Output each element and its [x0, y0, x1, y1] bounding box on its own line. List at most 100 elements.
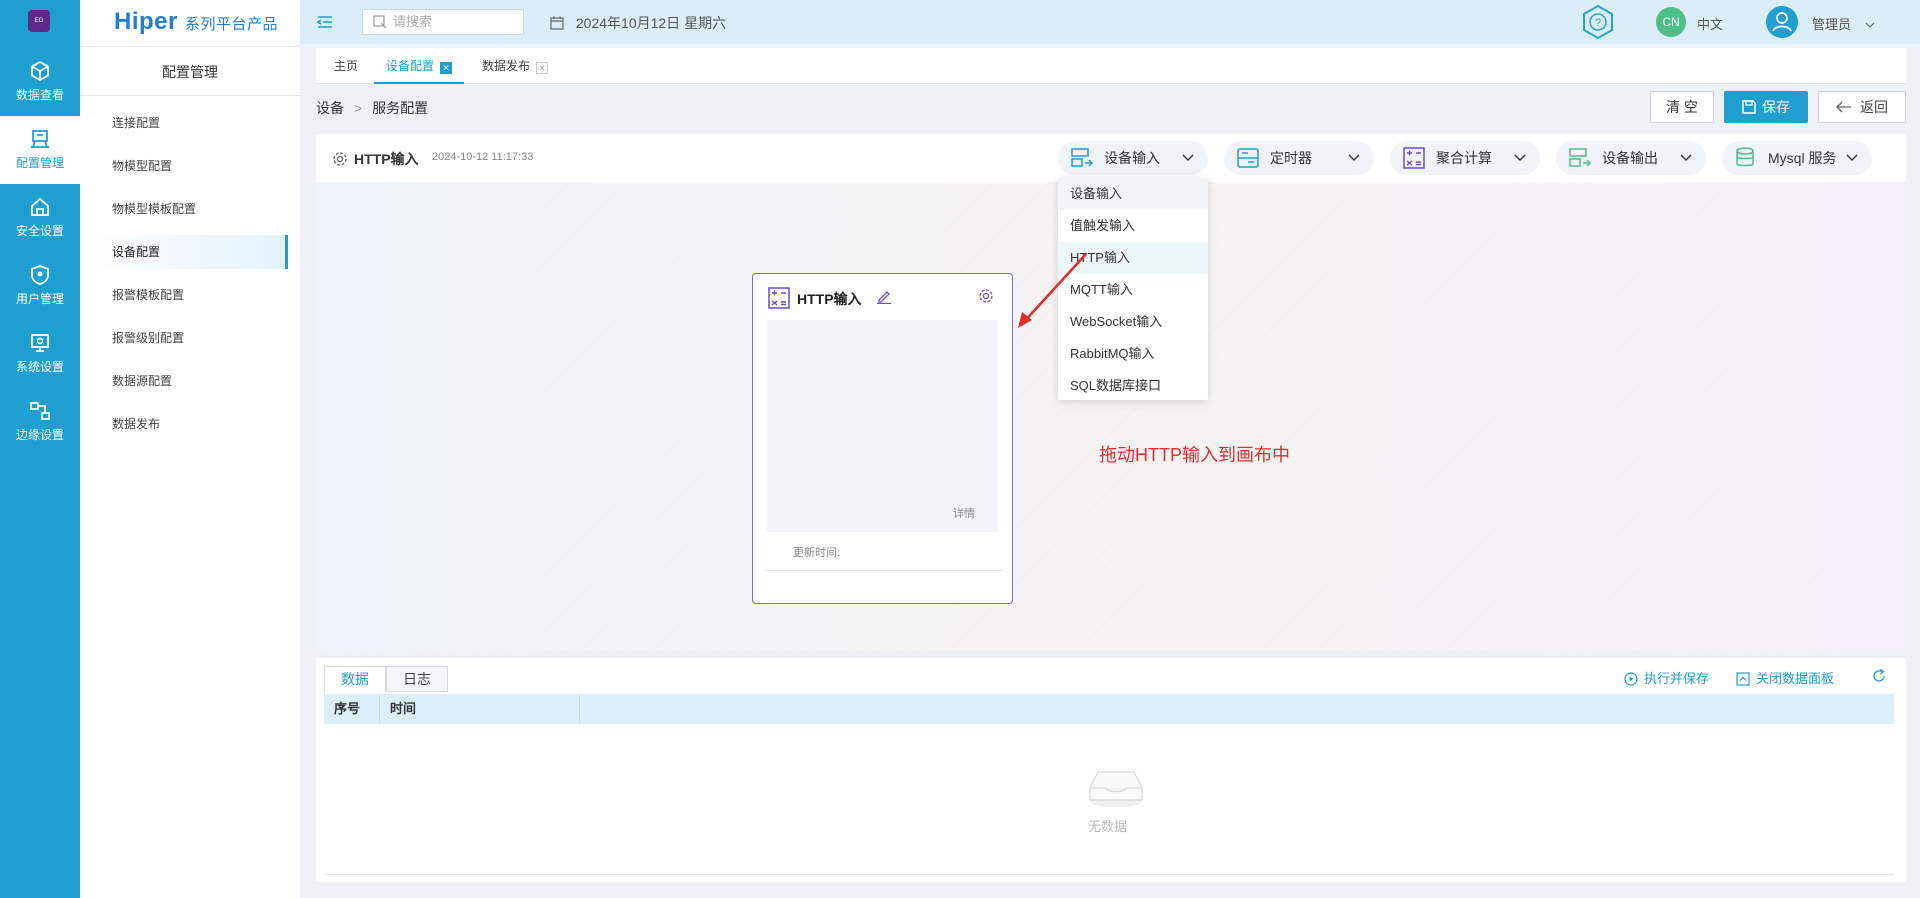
collapse-icon: [1736, 672, 1750, 686]
breadcrumb-current: 服务配置: [372, 100, 429, 116]
tab-home[interactable]: 主页: [334, 48, 358, 84]
close-icon[interactable]: ✕: [440, 62, 453, 74]
sidebar-item-alarm-template[interactable]: 报警模板配置: [88, 278, 288, 312]
current-date: 2024年10月12日 星期六: [550, 13, 726, 33]
drag-hint-annotation: 拖动HTTP输入到画布中: [1099, 445, 1290, 465]
save-button[interactable]: 保存: [1724, 91, 1808, 123]
page-tabs: 主页 设备配置 ✕ 数据发布 ✕: [316, 48, 1906, 84]
gear-icon[interactable]: [332, 151, 348, 167]
panel-divider: [324, 874, 1894, 875]
aggregate-dropdown[interactable]: 聚合计算: [1390, 141, 1540, 175]
rail-label: 系统设置: [15, 360, 64, 374]
top-bar: 请搜索 2024年10月12日 星期六 ? CN 中文 管理员: [300, 0, 1920, 44]
device-input-dropdown[interactable]: 设备输入: [1058, 141, 1208, 175]
tab-data-publish[interactable]: 数据发布 ✕: [482, 48, 549, 84]
language-label[interactable]: 中文: [1697, 14, 1723, 33]
node-divider: [765, 570, 1002, 571]
rail-item-config[interactable]: 配置管理: [0, 116, 80, 184]
node-preview: [767, 320, 998, 532]
refresh-icon[interactable]: [1871, 668, 1887, 684]
menu-item-value-trigger-input[interactable]: 值触发输入: [1058, 210, 1208, 242]
rail-item-security[interactable]: 安全设置: [0, 184, 80, 252]
menu-item-rabbitmq-input[interactable]: RabbitMQ输入: [1058, 338, 1208, 370]
help-hex-icon[interactable]: ?: [1580, 4, 1616, 40]
sidebar-item-data-publish[interactable]: 数据发布: [88, 407, 288, 441]
breadcrumb: 设备 > 服务配置: [316, 98, 428, 118]
annotation-arrow: [1018, 253, 1087, 328]
column-header-time[interactable]: 时间: [380, 694, 580, 724]
avatar[interactable]: [1766, 6, 1798, 38]
node-detail-link[interactable]: 详情: [953, 505, 975, 521]
database-icon: [1736, 147, 1754, 167]
sidebar-title: 配置管理: [80, 46, 300, 96]
rail-item-system[interactable]: 系统设置: [0, 320, 80, 388]
tab-device-config[interactable]: 设备配置 ✕: [374, 48, 465, 84]
sidebar-item-thing-model[interactable]: 物模型配置: [88, 149, 288, 183]
column-header-index[interactable]: 序号: [324, 694, 380, 724]
device-input-icon: [1071, 148, 1094, 167]
config-sidebar: Hiper 系列平台产品 配置管理 连接配置 物模型配置 物模型模板配置 设备配…: [80, 0, 300, 898]
http-input-node[interactable]: HTTP输入 详情 更新时间:: [752, 273, 1013, 604]
menu-collapse-icon[interactable]: [316, 13, 334, 31]
menu-item-device-input[interactable]: 设备输入: [1058, 178, 1208, 210]
search-input[interactable]: 请搜索: [362, 9, 524, 35]
monitor-gear-icon: [31, 334, 49, 352]
chevron-down-icon: [1348, 154, 1360, 161]
table-header: 序号 时间: [324, 694, 1894, 724]
calculator-icon: [1403, 147, 1425, 169]
rail-label: 用户管理: [15, 292, 64, 306]
edit-icon[interactable]: [876, 288, 892, 304]
close-icon[interactable]: ✕: [536, 62, 549, 74]
user-menu[interactable]: 管理员: [1812, 14, 1875, 33]
timer-icon: [1237, 148, 1259, 168]
user-icon: [1772, 12, 1792, 32]
rail-label: 配置管理: [15, 156, 64, 170]
app-logo: EG: [28, 10, 50, 32]
rail-label: 安全设置: [15, 224, 64, 238]
node-title: HTTP输入: [767, 286, 862, 310]
breadcrumb-separator: >: [354, 100, 363, 116]
gear-icon[interactable]: [978, 288, 994, 304]
cube-icon: [31, 60, 49, 82]
calendar-icon: [550, 16, 564, 30]
chevron-down-icon: [1680, 154, 1692, 161]
chevron-down-icon: [1865, 22, 1875, 28]
icon-rail: EG 数据查看 配置管理 安全设置 用户管理 系统设置 边缘设置: [0, 0, 80, 898]
house-shield-icon: [31, 197, 49, 216]
flow-icon: [30, 402, 50, 420]
clear-button[interactable]: 清 空: [1650, 91, 1714, 123]
calculator-icon: [768, 287, 790, 309]
tab-log[interactable]: 日志: [386, 666, 448, 692]
device-output-icon: [1569, 148, 1592, 167]
sidebar-item-connection[interactable]: 连接配置: [88, 106, 288, 140]
config-icon: [31, 130, 49, 148]
save-icon: [1742, 100, 1756, 114]
rail-item-edge[interactable]: 边缘设置: [0, 388, 80, 456]
play-circle-icon: [1624, 672, 1638, 686]
back-button[interactable]: 返回: [1818, 91, 1906, 123]
language-badge[interactable]: CN: [1656, 7, 1686, 37]
brand-logo: Hiper 系列平台产品: [114, 8, 279, 35]
arrow-left-icon: [1836, 101, 1851, 113]
run-save-button[interactable]: 执行并保存: [1624, 668, 1709, 687]
svg-text:?: ?: [1595, 17, 1601, 29]
rail-item-data-view[interactable]: 数据查看: [0, 48, 80, 116]
close-panel-button[interactable]: 关闭数据面板: [1736, 668, 1834, 687]
sidebar-item-device-config[interactable]: 设备配置: [88, 235, 288, 269]
breadcrumb-parent[interactable]: 设备: [316, 100, 344, 116]
menu-item-sql-interface[interactable]: SQL数据库接口: [1058, 370, 1208, 402]
sidebar-item-datasource[interactable]: 数据源配置: [88, 364, 288, 398]
mysql-service-dropdown[interactable]: Mysql 服务: [1722, 141, 1872, 175]
device-output-dropdown[interactable]: 设备输出: [1556, 141, 1706, 175]
rail-label: 数据查看: [15, 88, 64, 102]
empty-state-text: 无数据: [1088, 819, 1128, 834]
chevron-down-icon: [1182, 154, 1194, 161]
data-panel: 数据 日志 执行并保存 关闭数据面板 序号 时间 无数据: [316, 658, 1906, 882]
timer-dropdown[interactable]: 定时器: [1224, 141, 1374, 175]
node-update-time: 更新时间:: [793, 547, 841, 559]
search-icon: [373, 15, 387, 29]
sidebar-item-thing-model-template[interactable]: 物模型模板配置: [88, 192, 288, 226]
sidebar-item-alarm-level[interactable]: 报警级别配置: [88, 321, 288, 355]
rail-item-users[interactable]: 用户管理: [0, 252, 80, 320]
tab-data[interactable]: 数据: [324, 666, 386, 692]
